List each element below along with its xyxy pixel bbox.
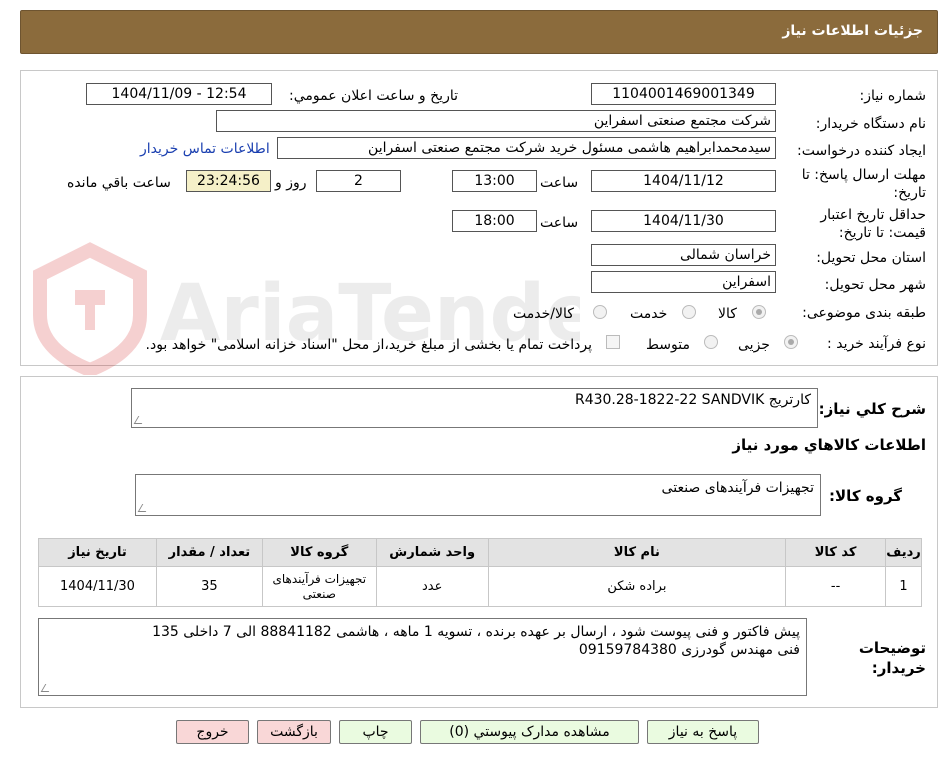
cell-qty: 35 <box>155 566 263 607</box>
process-option-medium: متوسط <box>646 337 690 353</box>
cell-row: 1 <box>885 566 922 607</box>
summary-field: کارتریج R430.28-1822-22 SANDVIK <box>131 388 818 428</box>
table-row: 1 -- براده شکن عدد تجهیزات فرآیندهای صنع… <box>38 566 922 607</box>
resize-grip[interactable] <box>133 416 147 424</box>
deadline-time-field: 13:00 <box>452 170 537 192</box>
col-row: رديف <box>885 538 922 567</box>
exit-button[interactable]: خروج <box>176 720 249 744</box>
summary-label: شرح كلي نياز: <box>818 400 926 418</box>
remaining-time-field: 23:24:56 <box>186 170 271 192</box>
province-label: استان محل تحويل: <box>816 250 926 266</box>
resize-grip[interactable] <box>137 504 151 512</box>
validity-label: حداقل تاريخ اعتبار قيمت: تا تاريخ: <box>820 207 926 241</box>
cell-date: 1404/11/30 <box>38 566 157 607</box>
notes-label: توضيحات خريدار: <box>858 639 926 677</box>
page-title: جزئیات اطلاعات نیاز <box>782 23 923 39</box>
contact-buyer-link[interactable]: اطلاعات تماس خریدار <box>140 141 270 157</box>
province-field: خراسان شمالی <box>591 244 776 266</box>
cell-code: -- <box>785 566 887 607</box>
resize-grip[interactable] <box>40 684 54 692</box>
creator-field: سیدمحمدابراهیم هاشمی مسئول خرید شرکت مجت… <box>277 137 776 159</box>
cell-name: براده شکن <box>487 566 787 607</box>
category-radio-service[interactable] <box>682 305 696 319</box>
announce-field: 1404/11/09 - 12:54 <box>86 83 272 105</box>
buyer-org-label: نام دستگاه خريدار: <box>815 116 926 132</box>
cell-unit: عدد <box>375 566 489 607</box>
print-button[interactable]: چاپ <box>339 720 412 744</box>
creator-label: ايجاد کننده درخواست: <box>797 143 926 159</box>
col-date: تاريخ نياز <box>38 538 157 567</box>
cell-group: تجهیزات فرآیندهای صنعتی <box>261 566 377 607</box>
category-option-goods: کالا <box>718 306 737 322</box>
treasury-checkbox[interactable] <box>606 335 620 349</box>
city-field: اسفراین <box>591 271 776 293</box>
deadline-time-label: ساعت <box>540 175 579 191</box>
category-label: طبقه بندی موضوعی: <box>802 305 926 321</box>
validity-date-field: 1404/11/30 <box>591 210 776 232</box>
deadline-date-field: 1404/11/12 <box>591 170 776 192</box>
items-table: رديف کد کالا نام کالا واحد شمارش گروه کا… <box>38 538 922 607</box>
summary-text: کارتریج R430.28-1822-22 SANDVIK <box>574 392 811 408</box>
category-option-service: خدمت <box>630 306 668 322</box>
group-field: تجهیزات فرآیندهای صنعتی <box>135 474 821 516</box>
process-label: نوع فرآيند خريد : <box>827 336 926 352</box>
col-qty: تعداد / مقدار <box>155 538 263 567</box>
announce-label: تاریخ و ساعت اعلان عمومي: <box>289 88 458 104</box>
need-number-label: شماره نیاز: <box>859 88 927 104</box>
days-label: روز و <box>275 175 307 191</box>
process-radio-minor[interactable] <box>784 335 798 349</box>
notes-field: پیش فاکتور و فنی پیوست شود ، ارسال بر عه… <box>38 618 807 696</box>
validity-time-field: 18:00 <box>452 210 537 232</box>
notes-line-1: پیش فاکتور و فنی پیوست شود ، ارسال بر عه… <box>152 624 800 640</box>
group-label: گروه کالا: <box>829 487 902 505</box>
category-radio-goods-service[interactable] <box>593 305 607 319</box>
reply-button[interactable]: پاسخ به نياز <box>647 720 759 744</box>
page-header: جزئیات اطلاعات نیاز <box>20 10 938 54</box>
need-number-field: 1104001469001349 <box>591 83 776 105</box>
col-name: نام کالا <box>487 538 787 567</box>
process-radio-medium[interactable] <box>704 335 718 349</box>
city-label: شهر محل تحويل: <box>824 277 926 293</box>
col-group: گروه کالا <box>261 538 377 567</box>
category-option-goods-service: کالا/خدمت <box>513 306 574 322</box>
notes-line-2: فنی مهندس گودرزی 09159784380 <box>578 642 800 658</box>
watermark-logo: AriaTender.neT <box>33 242 580 375</box>
validity-time-label: ساعت <box>540 215 579 231</box>
col-unit: واحد شمارش <box>375 538 489 567</box>
treasury-note: پرداخت تمام يا بخشی از مبلغ خريد،از محل … <box>145 337 592 353</box>
process-option-minor: جزیی <box>738 337 770 353</box>
group-text: تجهیزات فرآیندهای صنعتی <box>661 480 814 496</box>
back-button[interactable]: بازگشت <box>257 720 331 744</box>
days-field: 2 <box>316 170 401 192</box>
col-code: کد کالا <box>785 538 887 567</box>
category-radio-goods[interactable] <box>752 305 766 319</box>
goods-info-title: اطلاعات كالاهاي مورد نياز <box>732 436 926 454</box>
view-attachments-button[interactable]: مشاهده مدارک پيوستي (0) <box>420 720 639 744</box>
table-header-row: رديف کد کالا نام کالا واحد شمارش گروه کا… <box>38 538 922 567</box>
deadline-label: مهلت ارسال پاسخ: تا تاریخ: <box>801 167 926 201</box>
buyer-org-field: شرکت مجتمع صنعتی اسفراین <box>216 110 776 132</box>
remaining-label: ساعت باقي مانده <box>67 175 171 191</box>
